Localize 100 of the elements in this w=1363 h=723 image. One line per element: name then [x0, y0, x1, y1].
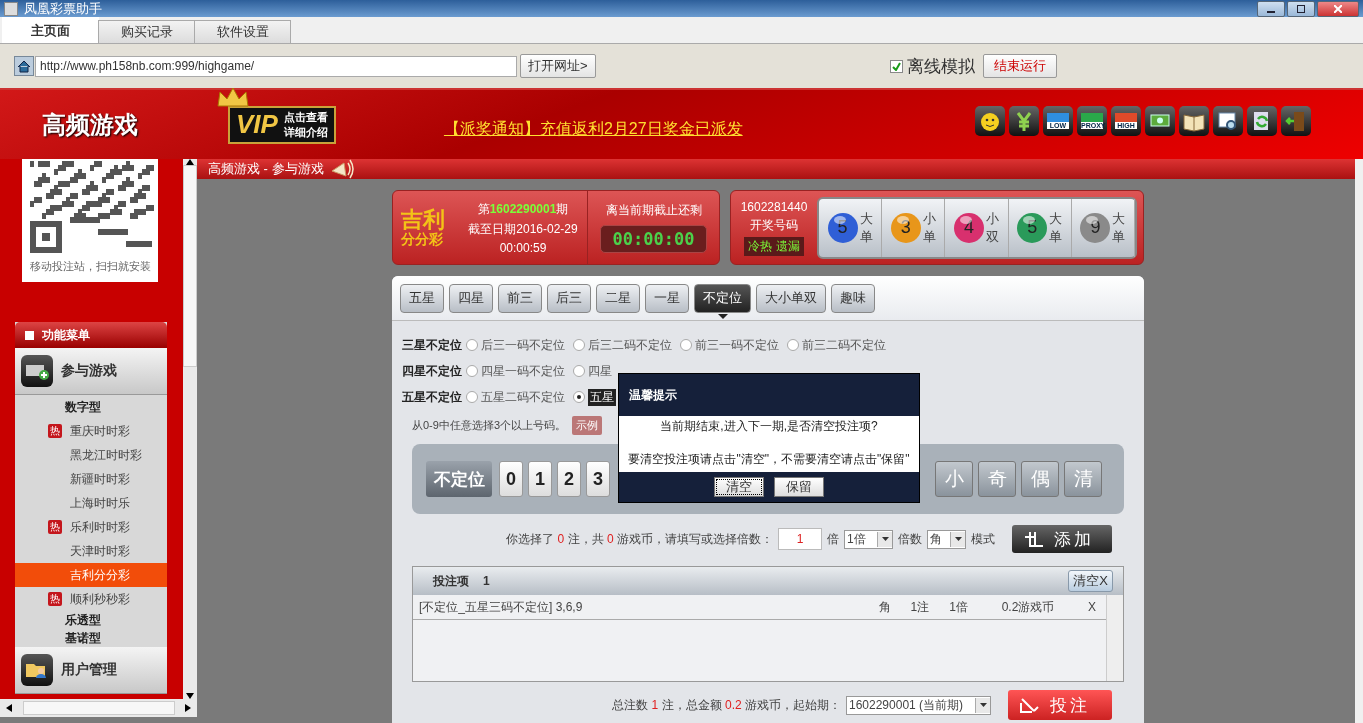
dialog-button[interactable]: 清空	[714, 477, 764, 497]
clear-button[interactable]: 清空X	[1068, 570, 1113, 592]
tab[interactable]: 主页面	[2, 17, 99, 43]
dialog-button[interactable]: 保留	[774, 477, 824, 497]
menu-item[interactable]: 天津时时彩	[15, 539, 167, 563]
bet-amount: 0.2游戏币	[1000, 598, 1056, 616]
lottery-ball: 5	[1017, 212, 1048, 243]
menu-item[interactable]: 吉利分分彩	[15, 563, 167, 587]
digit-key[interactable]: 3	[586, 461, 610, 497]
toolbar-button[interactable]	[1179, 105, 1209, 136]
total-summary: 总注数 1 注，总金额 0.2 游戏币，起始期：	[612, 696, 841, 714]
mode-label: 模式	[971, 530, 995, 548]
home-button[interactable]	[14, 56, 34, 76]
ball-tag: 单	[1112, 227, 1126, 246]
digit-key[interactable]: 1	[528, 461, 552, 497]
lottery-ball: 9	[1080, 212, 1111, 243]
radio-button[interactable]	[573, 339, 585, 351]
play-tab[interactable]: 一星	[645, 283, 689, 313]
ball-tag: 大	[1112, 209, 1126, 228]
bet-row[interactable]: [不定位_五星三码不定位] 3,6,9 角 1注 1倍 0.2游戏币 X	[413, 595, 1106, 620]
play-tab[interactable]: 不定位	[694, 283, 751, 313]
radio-label[interactable]: 前三二码不定位	[802, 336, 886, 354]
scrollbar[interactable]	[183, 159, 197, 699]
scrollbar[interactable]	[1106, 595, 1123, 681]
radio-button[interactable]	[787, 339, 799, 351]
play-tab[interactable]: 前三	[498, 283, 542, 313]
stop-button[interactable]: 结束运行	[982, 54, 1057, 78]
multiple-dropdown[interactable]: 1倍	[844, 529, 893, 549]
play-tab[interactable]: 后三	[547, 283, 591, 313]
radio-button[interactable]	[573, 365, 585, 377]
menu-group[interactable]: 数字型	[15, 395, 167, 419]
play-tab[interactable]: 趣味	[831, 283, 875, 313]
maximize-icon	[1297, 4, 1305, 13]
collapse-icon[interactable]	[25, 330, 34, 340]
menu-group[interactable]: 基诺型	[15, 629, 167, 647]
scrollbar[interactable]	[0, 699, 197, 717]
radio-label[interactable]: 五星二码不定位	[481, 388, 565, 406]
open-url-button[interactable]: 打开网址>	[520, 54, 596, 78]
remove-bet-button[interactable]: X	[1078, 600, 1106, 614]
radio-button[interactable]	[680, 339, 692, 351]
menu-item[interactable]: 热 顺利秒秒彩	[15, 587, 167, 611]
radio-button[interactable]	[466, 339, 478, 351]
scrollbar[interactable]	[1355, 159, 1363, 723]
start-period-dropdown[interactable]: 1602290001 (当前期)	[846, 695, 991, 715]
menu-item[interactable]: 黑龙江时时彩	[15, 443, 167, 467]
radio-label[interactable]: 四星一码不定位	[481, 362, 565, 380]
menu-item[interactable]: 热 乐利时时彩	[15, 515, 167, 539]
play-tab[interactable]: 大小单双	[756, 283, 826, 313]
radio-button[interactable]	[466, 391, 478, 403]
play-tab[interactable]: 二星	[596, 283, 640, 313]
play-tab[interactable]: 五星	[400, 283, 444, 313]
window-title: 凤凰彩票助手	[24, 0, 103, 18]
tab[interactable]: 软件设置	[194, 20, 291, 43]
minimize-button[interactable]	[1257, 0, 1285, 17]
menu-item[interactable]: 热 重庆时时彩	[15, 419, 167, 443]
notice-link[interactable]: 【派奖通知】充值返利2月27日奖金已派发	[443, 119, 975, 140]
hot-badge: 热	[48, 520, 62, 534]
radio-button[interactable]	[466, 365, 478, 377]
scroll-left-icon[interactable]	[6, 704, 12, 712]
menu-section[interactable]: 参与游戏	[15, 348, 167, 395]
radio-label[interactable]: 五星	[588, 388, 616, 406]
add-icon	[1024, 531, 1044, 547]
radio-button[interactable]	[573, 391, 585, 403]
toolbar-button[interactable]	[1247, 105, 1277, 136]
dropdown-arrow-icon	[979, 703, 987, 707]
menu-group[interactable]: 乐透型	[15, 611, 167, 629]
multiple-input[interactable]: 1	[778, 528, 822, 550]
menu-title: 功能菜单	[42, 326, 90, 344]
radio-label[interactable]: 后三二码不定位	[588, 336, 672, 354]
radio-label[interactable]: 四星	[588, 362, 612, 380]
add-button[interactable]: 添加	[1012, 525, 1112, 553]
tab[interactable]: 购买记录	[98, 20, 195, 43]
menu-item[interactable]: 上海时时乐	[15, 491, 167, 515]
option-group-label: 五星不定位	[402, 388, 462, 406]
keypad-label: 不定位	[426, 461, 492, 497]
option-group-label: 四星不定位	[402, 362, 462, 380]
scroll-right-icon[interactable]	[185, 704, 191, 712]
radio-label[interactable]: 后三一码不定位	[481, 336, 565, 354]
toolbar-button[interactable]	[1213, 105, 1243, 136]
toolbar-button[interactable]	[1281, 105, 1311, 136]
close-button[interactable]	[1317, 0, 1359, 17]
mode-dropdown[interactable]: 角	[927, 529, 966, 549]
digit-key[interactable]: 0	[499, 461, 523, 497]
submit-bet-button[interactable]: 投注	[1008, 690, 1112, 720]
digit-key[interactable]: 2	[557, 461, 581, 497]
menu-item[interactable]: 新疆时时彩	[15, 467, 167, 491]
megaphone-icon	[329, 159, 354, 179]
hot-cold-links[interactable]: 冷热 遗漏	[744, 236, 804, 256]
dropdown-arrow-icon	[954, 537, 962, 541]
maximize-button[interactable]	[1287, 0, 1315, 17]
radio-label[interactable]: 前三一码不定位	[695, 336, 779, 354]
offline-checkbox[interactable]	[889, 59, 903, 73]
selection-summary: 你选择了 0 注，共 0 游戏币，请填写或选择倍数：	[506, 530, 773, 548]
bet-list-title: 投注项	[433, 572, 469, 590]
toolbar-button[interactable]	[975, 105, 1005, 136]
url-field[interactable]: http://www.ph158nb.com:999/highgame/	[35, 55, 517, 77]
menu-section[interactable]: 用户管理	[15, 647, 167, 694]
toolbar-button[interactable]	[1009, 105, 1039, 136]
play-tab[interactable]: 四星	[449, 283, 493, 313]
toolbar-button[interactable]	[1145, 105, 1175, 136]
